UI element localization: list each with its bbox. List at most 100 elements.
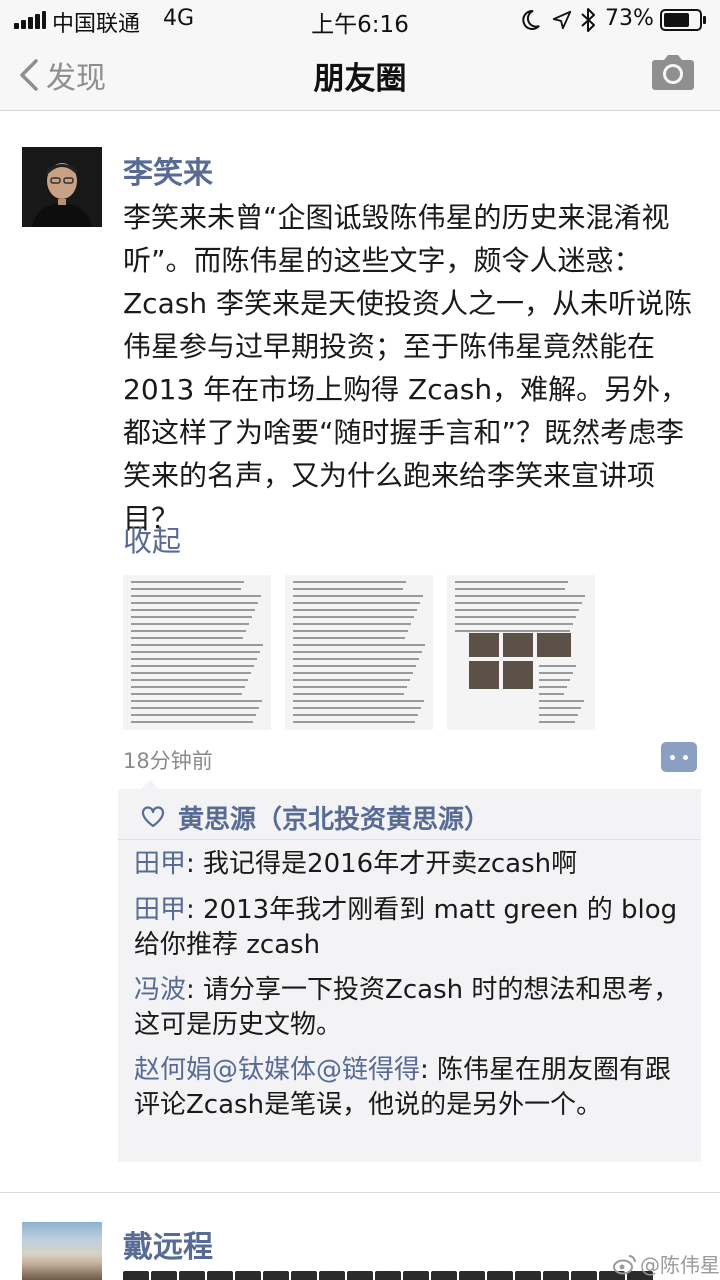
text-line (539, 693, 564, 695)
comment-text: : 请分享一下投资Zcash 时的想法和思考，这可是历史文物。 (134, 975, 680, 1040)
text-line (455, 588, 565, 590)
text-line (293, 630, 408, 632)
glyph-top (235, 1271, 261, 1280)
comment-author[interactable]: 田甲 (134, 849, 186, 879)
watermark-text: @陈伟星 (640, 1253, 720, 1277)
text-line (455, 602, 582, 604)
text-line (131, 637, 243, 639)
watermark: @陈伟星 (612, 1249, 720, 1278)
post-author[interactable]: 戴远程 (123, 1222, 213, 1266)
comment-author[interactable]: 冯波 (134, 975, 186, 1005)
battery-percent: 73% (605, 6, 654, 31)
text-line (131, 714, 256, 716)
location-arrow-icon (552, 10, 572, 30)
text-line (539, 686, 567, 688)
glyph-top (431, 1271, 457, 1280)
text-line (293, 623, 411, 625)
glyph-top (515, 1271, 541, 1280)
divider (118, 839, 701, 840)
text-line (131, 630, 246, 632)
status-bar: 中国联通 4G 上午6:16 73% (0, 0, 720, 40)
text-line (455, 630, 570, 632)
moon-icon (522, 9, 540, 30)
camera-icon[interactable] (650, 52, 696, 92)
text-line (293, 602, 420, 604)
post-text: 李笑来未曾“企图诋毁陈伟星的历史来混淆视听”。而陈伟星的这些文字，颇令人迷惑：Z… (123, 201, 692, 535)
collapse-button[interactable]: 收起 (123, 518, 181, 560)
text-line (293, 651, 422, 653)
text-line (131, 602, 258, 604)
glyph-top (151, 1271, 177, 1280)
image-thumbnail[interactable] (447, 575, 595, 730)
glyph-top (207, 1271, 233, 1280)
post-divider (0, 1192, 720, 1193)
glyph-top (487, 1271, 513, 1280)
post-author[interactable]: 李笑来 (123, 148, 213, 192)
text-line (293, 707, 421, 709)
photo-block (503, 633, 533, 657)
text-line (131, 581, 244, 583)
text-line (539, 665, 576, 667)
glyph-top (291, 1271, 317, 1280)
glyph-top (123, 1271, 149, 1280)
text-line (293, 714, 418, 716)
text-line (131, 595, 261, 597)
text-line (455, 616, 576, 618)
comment-item[interactable]: 田甲: 我记得是2016年才开卖zcash啊 (134, 847, 684, 882)
photo-block (469, 661, 499, 689)
text-line (455, 581, 568, 583)
text-line (293, 679, 410, 681)
text-line (131, 693, 242, 695)
text-line (131, 644, 263, 646)
text-line (293, 616, 414, 618)
text-line (293, 686, 407, 688)
comment-author[interactable]: 田甲 (134, 895, 186, 925)
photo-block (503, 661, 533, 689)
image-grid (123, 575, 603, 730)
nav-bar: 发现 朋友圈 (0, 40, 720, 111)
text-line (293, 658, 419, 660)
text-line (455, 623, 573, 625)
comment-author[interactable]: 赵何娟@钛媒体@链得得 (134, 1055, 420, 1085)
image-thumbnail[interactable] (123, 575, 271, 730)
text-line (131, 658, 257, 660)
avatar[interactable] (22, 1222, 102, 1280)
text-line (293, 595, 423, 597)
avatar[interactable] (22, 147, 102, 227)
text-line (293, 637, 405, 639)
likes-row: 黄思源（京北投资黄思源） (140, 797, 490, 837)
heart-outline-icon (141, 806, 165, 828)
glyph-top (375, 1271, 401, 1280)
text-line (293, 693, 404, 695)
text-line (539, 700, 584, 702)
comment-item[interactable]: 冯波: 请分享一下投资Zcash 时的想法和思考，这可是历史文物。 (134, 973, 684, 1043)
text-line (131, 623, 249, 625)
glyph-top (263, 1271, 289, 1280)
page-title: 朋友圈 (313, 61, 407, 97)
text-line (131, 672, 251, 674)
weibo-logo-icon (613, 1254, 636, 1274)
comment-text: : 我记得是2016年才开卖zcash啊 (186, 849, 578, 879)
post-time: 18分钟前 (123, 749, 213, 773)
text-line (131, 588, 241, 590)
text-line (293, 588, 403, 590)
comment-item[interactable]: 田甲: 2013年我才刚看到 matt green 的 blog 给你推荐 zc… (134, 893, 684, 963)
comment-item[interactable]: 赵何娟@钛媒体@链得得: 陈伟星在朋友圈有跟评论Zcash是笔误，他说的是另外一… (134, 1053, 684, 1123)
glyph-top (459, 1271, 485, 1280)
avatar-portrait (22, 147, 102, 227)
glyph-top (319, 1271, 345, 1280)
text-line (131, 616, 252, 618)
glyph-top (403, 1271, 429, 1280)
likes-names[interactable]: 黄思源（京北投资黄思源） (178, 799, 490, 836)
text-line (539, 672, 573, 674)
text-line (131, 721, 253, 723)
text-line (131, 651, 260, 653)
text-line (455, 595, 585, 597)
image-thumbnail[interactable] (285, 575, 433, 730)
bluetooth-icon (581, 8, 595, 32)
comment-text: : 2013年我才刚看到 matt green 的 blog 给你推荐 zcas… (134, 895, 678, 960)
text-line (539, 679, 570, 681)
text-line (131, 665, 254, 667)
comment-dots-icon[interactable] (661, 742, 697, 772)
text-line (131, 686, 245, 688)
